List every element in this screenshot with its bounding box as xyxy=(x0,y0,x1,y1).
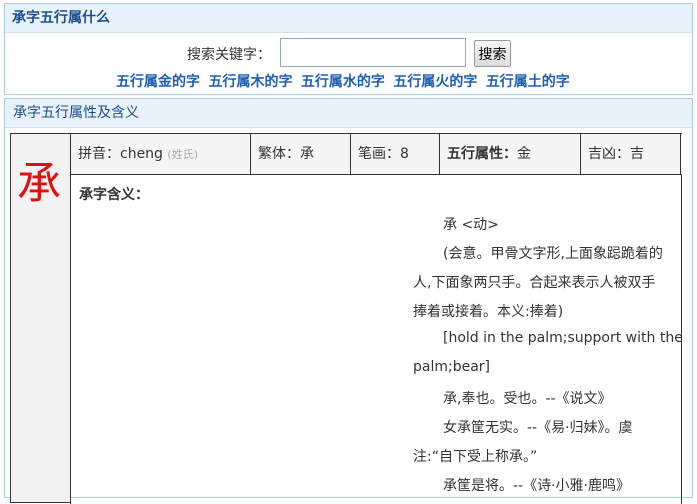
character-cell: 承 xyxy=(10,133,71,503)
meaning-line: 捧着或接着。本义:捧着) xyxy=(413,304,564,320)
search-row: 搜索关键字： 搜索 xyxy=(5,38,692,70)
link-wuxing-shui[interactable]: 五行属水的字 xyxy=(301,74,385,90)
meaning-line: palm;bear] xyxy=(413,359,491,375)
traditional-label: 繁体： xyxy=(258,146,300,162)
pinyin-label: 拼音： xyxy=(78,146,120,162)
wuxing-value: 金 xyxy=(517,146,531,162)
wuxing-label: 五行属性： xyxy=(447,146,517,162)
meaning-title: 承字含义： xyxy=(79,187,149,203)
search-panel: 承字五行属什么 搜索关键字： 搜索 五行属金的字 五行属木的字 五行属水的字 五… xyxy=(4,3,693,95)
search-label: 搜索关键字： xyxy=(187,47,271,63)
jixiong-label: 吉凶： xyxy=(588,146,630,162)
pinyin-note: (姓氏) xyxy=(167,148,198,161)
pinyin-cell: 拼音：cheng (姓氏) xyxy=(70,134,251,174)
strokes-value: 8 xyxy=(400,146,409,162)
search-button[interactable]: 搜索 xyxy=(474,40,511,67)
meaning-area: 承字含义： 承 <动> (会意。甲骨文字形,上面象跽跪着的 人,下面象两只手。合… xyxy=(70,174,683,504)
info-row: 拼音：cheng (姓氏) 繁体：承 笔画：8 五行属性：金 吉凶：吉 xyxy=(70,133,682,175)
meaning-line: 承筐是将。--《诗·小雅·鹿鸣》 xyxy=(443,478,631,494)
section-title: 承字五行属性及含义 xyxy=(5,99,692,128)
meaning-line: 承 <动> xyxy=(443,217,499,233)
meaning-line: 注:“自下受上称承。” xyxy=(413,449,538,465)
meaning-line: 女承筐无实。--《易·归妹》。虞 xyxy=(443,420,633,436)
character-detail-panel: 承字五行属性及含义 承 拼音：cheng (姓氏) 繁体：承 笔画：8 五行属性… xyxy=(4,98,693,504)
wuxing-links: 五行属金的字 五行属木的字 五行属水的字 五行属火的字 五行属土的字 xyxy=(116,71,574,91)
strokes-cell: 笔画：8 xyxy=(351,134,440,174)
link-wuxing-huo[interactable]: 五行属火的字 xyxy=(393,74,477,90)
traditional-value: 承 xyxy=(300,146,314,162)
jixiong-value: 吉 xyxy=(630,146,644,162)
meaning-line: 承,奉也。受也。--《说文》 xyxy=(443,391,612,407)
jixiong-cell: 吉凶：吉 xyxy=(581,134,681,174)
traditional-cell: 繁体：承 xyxy=(251,134,351,174)
page-title: 承字五行属什么 xyxy=(5,4,692,33)
link-wuxing-tu[interactable]: 五行属土的字 xyxy=(486,74,570,90)
pinyin-value: cheng xyxy=(120,146,163,162)
meaning-line: (会意。甲骨文字形,上面象跽跪着的 xyxy=(443,246,663,262)
meaning-line: [hold in the palm;support with the xyxy=(443,330,683,346)
link-wuxing-mu[interactable]: 五行属木的字 xyxy=(208,74,292,90)
link-wuxing-jin[interactable]: 五行属金的字 xyxy=(116,74,200,90)
meaning-line: 人,下面象两只手。合起来表示人被双手 xyxy=(413,275,656,291)
wuxing-cell: 五行属性：金 xyxy=(440,134,581,174)
strokes-label: 笔画： xyxy=(358,146,400,162)
search-input[interactable] xyxy=(280,38,466,67)
big-character: 承 xyxy=(17,158,61,209)
